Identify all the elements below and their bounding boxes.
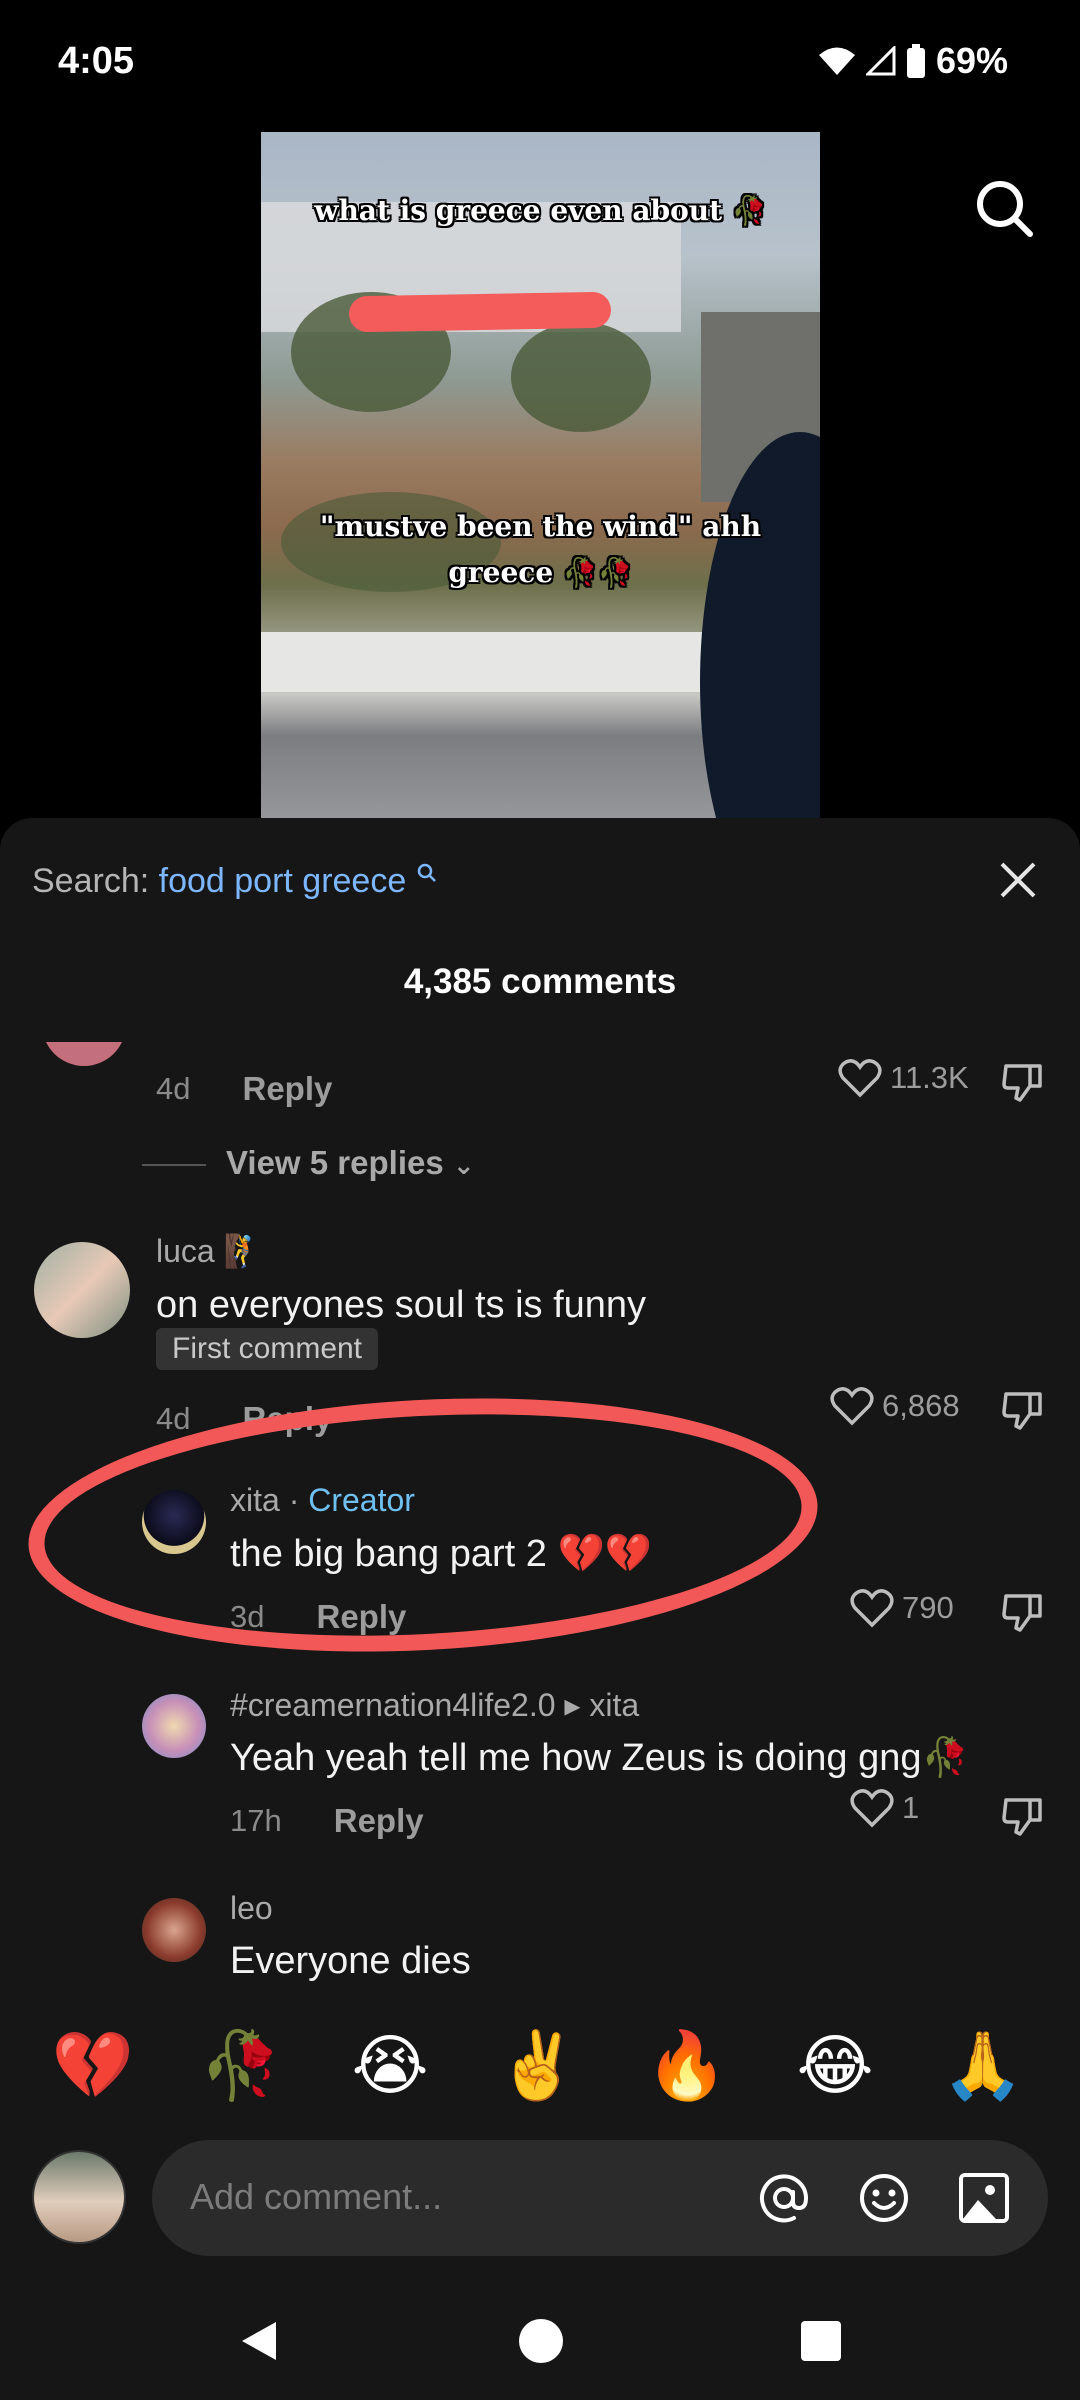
battery-icon	[906, 44, 925, 78]
emoji-quick-bar: 💔 🥀 😭 ✌️ 🔥 😂 🙏	[0, 2020, 1080, 2110]
comment-text: the big bang part 2 💔💔	[230, 1533, 653, 1575]
dislike-icon[interactable]	[1000, 1794, 1044, 1838]
comment-username-line: xita · Creator	[230, 1482, 415, 1519]
emoji-fire[interactable]: 🔥	[642, 2020, 732, 2110]
name-separator: ·	[279, 1482, 309, 1518]
heart-icon	[850, 1589, 894, 1628]
reply-button[interactable]: Reply	[242, 1400, 332, 1438]
heart-icon	[850, 1789, 894, 1828]
comment-composer: Add comment...	[0, 2130, 1080, 2260]
my-avatar	[32, 2150, 126, 2244]
comment-text: on everyones soul ts is funny	[156, 1284, 647, 1326]
dislike-icon[interactable]	[1000, 1060, 1044, 1104]
reply-to-arrow: ▸	[555, 1687, 590, 1723]
close-icon[interactable]	[996, 858, 1040, 902]
wifi-icon	[818, 47, 855, 75]
comments-list[interactable]: 4d Reply 11.3K View 5 replies ⌄ luca 🧗 o…	[0, 1042, 1080, 2058]
search-query-link[interactable]: food port greece	[159, 862, 407, 900]
comment-time: 3d	[230, 1599, 265, 1634]
avatar[interactable]	[142, 1694, 206, 1758]
back-icon[interactable]	[236, 2318, 280, 2364]
comment-input[interactable]: Add comment...	[152, 2140, 1048, 2256]
like-button[interactable]: 6,868	[830, 1386, 960, 1426]
comment-time: 4d	[156, 1071, 191, 1106]
emoji-broken-heart[interactable]: 💔	[48, 2020, 138, 2110]
status-time: 4:05	[58, 40, 135, 82]
chevron-down-icon: ⌄	[452, 1150, 475, 1180]
like-button[interactable]: 790	[850, 1588, 954, 1628]
emoji-laughing[interactable]: 😂	[790, 2020, 880, 2110]
recents-icon[interactable]	[800, 2320, 842, 2362]
video-caption-bottom-1: "mustve been the wind" ahh	[319, 510, 762, 543]
comment-meta: 4d Reply	[156, 1070, 332, 1108]
comment-username[interactable]: leo	[230, 1890, 273, 1927]
emoji-picker-icon[interactable]	[856, 2170, 912, 2226]
reply-button[interactable]: Reply	[334, 1802, 424, 1840]
replies-divider	[142, 1164, 206, 1166]
mention-icon[interactable]	[756, 2170, 812, 2226]
reply-button[interactable]: Reply	[316, 1598, 406, 1636]
comments-count-title: 4,385 comments	[403, 962, 677, 1001]
home-icon[interactable]	[518, 2318, 564, 2364]
avatar[interactable]	[142, 1898, 206, 1962]
status-icons: 69%	[818, 40, 1008, 82]
comment-meta: 3d Reply	[230, 1598, 406, 1636]
like-count: 6,868	[882, 1388, 960, 1423]
video-player[interactable]: what is greece even about 🥀 "mustve been…	[261, 132, 820, 818]
emoji-wilted-rose[interactable]: 🥀	[196, 2020, 286, 2110]
cell-signal-icon	[865, 46, 896, 76]
comment-time: 17h	[230, 1803, 282, 1838]
avatar[interactable]	[42, 1042, 126, 1066]
video-caption-bottom-2: greece 🥀🥀	[448, 556, 633, 589]
dislike-icon[interactable]	[1000, 1590, 1044, 1634]
reply-to-username[interactable]: xita	[589, 1687, 639, 1723]
comment-username[interactable]: luca 🧗	[156, 1232, 263, 1270]
search-prefix: Search:	[32, 862, 150, 900]
comment-username[interactable]: #creamernation4life2.0	[230, 1687, 556, 1723]
comment-text: Yeah yeah tell me how Zeus is doing gng🥀	[230, 1737, 969, 1779]
comment-input-placeholder: Add comment...	[190, 2176, 443, 2217]
comment-text: Everyone dies	[230, 1940, 471, 1982]
comment-meta: 17h Reply	[230, 1802, 424, 1840]
view-replies-label: View 5 replies	[226, 1144, 444, 1181]
like-count: 790	[902, 1590, 954, 1625]
emoji-crying[interactable]: 😭	[345, 2020, 435, 2110]
comment-meta: 4d Reply	[156, 1400, 332, 1438]
like-button[interactable]: 1	[850, 1788, 919, 1828]
dislike-icon[interactable]	[1000, 1388, 1044, 1432]
search-icon[interactable]	[974, 178, 1034, 238]
creator-badge: Creator	[308, 1482, 415, 1518]
reply-button[interactable]: Reply	[242, 1070, 332, 1108]
search-small-icon	[417, 863, 436, 882]
emoji-victory-hand[interactable]: ✌️	[493, 2020, 583, 2110]
comment-username[interactable]: xita	[230, 1482, 280, 1518]
avatar[interactable]	[142, 1490, 206, 1554]
like-count: 11.3K	[890, 1060, 969, 1095]
system-nav-bar	[0, 2280, 1080, 2400]
redaction-mark	[348, 291, 612, 333]
comment-username-line: #creamernation4life2.0 ▸ xita	[230, 1686, 639, 1724]
battery-percent: 69%	[935, 40, 1008, 81]
image-attach-icon[interactable]	[956, 2170, 1012, 2226]
like-count: 1	[902, 1790, 920, 1825]
video-caption-top: what is greece even about 🥀	[314, 194, 767, 227]
status-bar: 4:05 69%	[0, 0, 1080, 130]
search-suggestion[interactable]: Search: food port greece	[32, 862, 438, 901]
emoji-folded-hands[interactable]: 🙏	[938, 2020, 1028, 2110]
view-replies-button[interactable]: View 5 replies ⌄	[226, 1144, 475, 1182]
heart-icon	[830, 1387, 874, 1426]
first-comment-badge: First comment	[156, 1328, 379, 1370]
heart-icon	[838, 1059, 882, 1098]
like-button[interactable]: 11.3K	[838, 1058, 969, 1098]
avatar[interactable]	[34, 1242, 130, 1338]
comment-time: 4d	[156, 1401, 191, 1436]
